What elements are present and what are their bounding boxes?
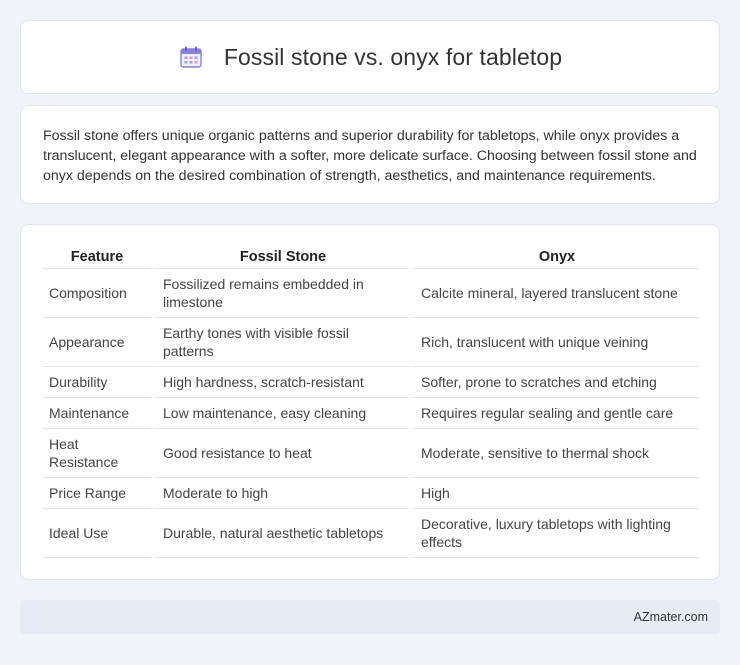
fossil-stone-cell: Low maintenance, easy cleaning bbox=[151, 398, 409, 429]
title-card: Fossil stone vs. onyx for tabletop bbox=[20, 20, 720, 94]
fossil-stone-cell: Good resistance to heat bbox=[151, 429, 409, 478]
onyx-cell: Softer, prone to scratches and etching bbox=[409, 367, 699, 398]
fossil-stone-cell: Fossilized remains embedded in limestone bbox=[151, 269, 409, 318]
fossil-stone-cell: Durable, natural aesthetic tabletops bbox=[151, 509, 409, 558]
onyx-cell: Decorative, luxury tabletops with lighti… bbox=[409, 509, 699, 558]
comparison-card: Feature Fossil Stone Onyx Composition Fo… bbox=[20, 224, 720, 580]
fossil-stone-cell: Moderate to high bbox=[151, 478, 409, 509]
comparison-table: Feature Fossil Stone Onyx Composition Fo… bbox=[43, 245, 699, 558]
table-row: Durability High hardness, scratch-resist… bbox=[43, 367, 699, 398]
feature-cell: Price Range bbox=[43, 478, 151, 509]
title-wrap: Fossil stone vs. onyx for tabletop bbox=[178, 44, 562, 71]
table-row: Appearance Earthy tones with visible fos… bbox=[43, 318, 699, 367]
footer-bar: AZmater.com bbox=[20, 600, 720, 634]
table-header-row: Feature Fossil Stone Onyx bbox=[43, 245, 699, 269]
onyx-cell: Calcite mineral, layered translucent sto… bbox=[409, 269, 699, 318]
summary-text: Fossil stone offers unique organic patte… bbox=[43, 128, 697, 184]
onyx-cell: Moderate, sensitive to thermal shock bbox=[409, 429, 699, 478]
header-onyx: Onyx bbox=[409, 245, 699, 269]
fossil-stone-cell: Earthy tones with visible fossil pattern… bbox=[151, 318, 409, 367]
header-fossil-stone: Fossil Stone bbox=[151, 245, 409, 269]
fossil-stone-cell: High hardness, scratch-resistant bbox=[151, 367, 409, 398]
footer-site-link[interactable]: AZmater.com bbox=[634, 610, 708, 624]
table-row: Price Range Moderate to high High bbox=[43, 478, 699, 509]
onyx-cell: High bbox=[409, 478, 699, 509]
feature-cell: Ideal Use bbox=[43, 509, 151, 558]
feature-cell: Durability bbox=[43, 367, 151, 398]
feature-cell: Maintenance bbox=[43, 398, 151, 429]
header-feature: Feature bbox=[43, 245, 151, 269]
feature-cell: Appearance bbox=[43, 318, 151, 367]
onyx-cell: Rich, translucent with unique veining bbox=[409, 318, 699, 367]
table-row: Heat Resistance Good resistance to heat … bbox=[43, 429, 699, 478]
table-row: Composition Fossilized remains embedded … bbox=[43, 269, 699, 318]
onyx-cell: Requires regular sealing and gentle care bbox=[409, 398, 699, 429]
calendar-icon bbox=[178, 44, 204, 70]
feature-cell: Heat Resistance bbox=[43, 429, 151, 478]
page-title: Fossil stone vs. onyx for tabletop bbox=[223, 43, 563, 70]
feature-cell: Composition bbox=[43, 269, 151, 318]
table-row: Maintenance Low maintenance, easy cleani… bbox=[43, 398, 699, 429]
summary-card: Fossil stone offers unique organic patte… bbox=[20, 105, 720, 204]
table-row: Ideal Use Durable, natural aesthetic tab… bbox=[43, 509, 699, 558]
